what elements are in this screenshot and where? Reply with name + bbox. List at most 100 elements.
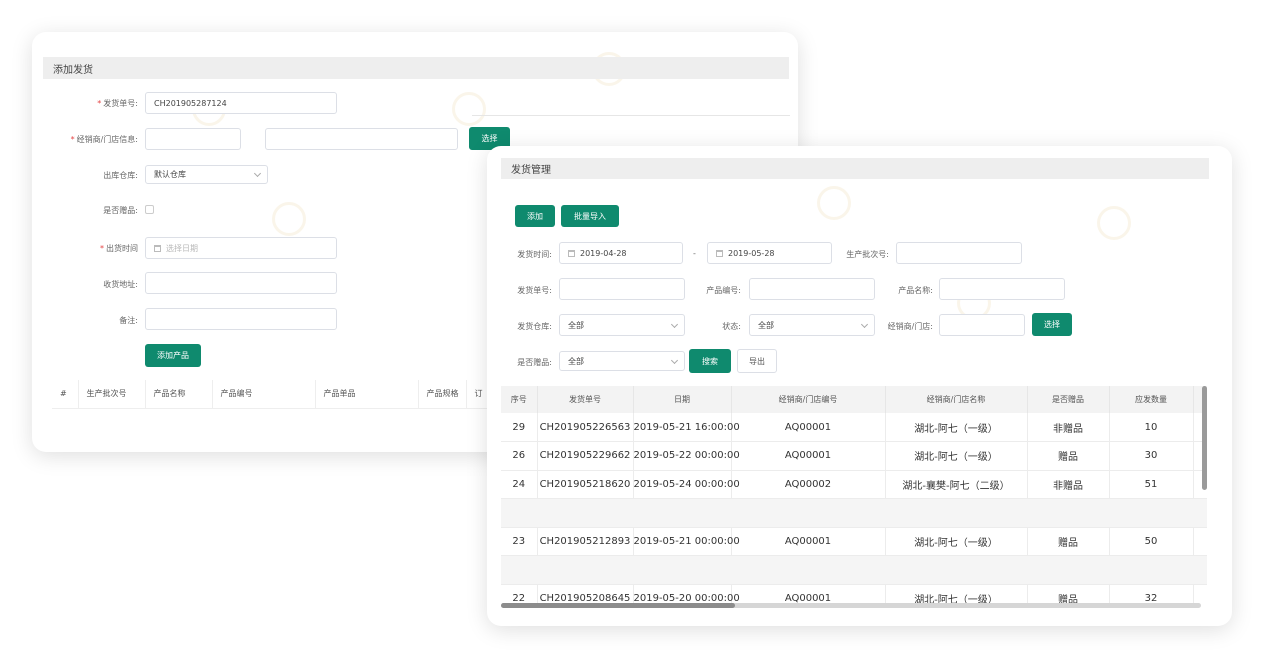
- cell-shipment: CH201905229662: [537, 441, 634, 471]
- column-header: 经销商/门店名称: [885, 386, 1028, 413]
- cell-qty: 30: [1109, 441, 1194, 471]
- chevron-down-icon: [670, 356, 679, 365]
- column-header: 产品编号: [212, 380, 316, 409]
- horizontal-scrollbar-thumb[interactable]: [501, 603, 735, 608]
- vertical-scrollbar-thumb[interactable]: [1202, 386, 1207, 490]
- cell-qty: 50: [1109, 527, 1194, 556]
- address-input[interactable]: [145, 272, 337, 294]
- ship-time-datepicker[interactable]: 选择日期: [145, 237, 337, 259]
- cell-shipment: CH201905218620: [537, 470, 634, 499]
- cell-no: 26: [501, 441, 538, 471]
- watermark-logo: [452, 92, 486, 126]
- cell-gift: 赠品: [1027, 527, 1110, 556]
- warehouse-select[interactable]: 默认仓库: [145, 165, 268, 184]
- scroll-gutter: [1193, 527, 1207, 556]
- column-header: 日期: [633, 386, 732, 413]
- cell-date: 2019-05-21 16:00:00: [633, 413, 740, 442]
- shipment-no-label: 发货单号:: [517, 286, 552, 295]
- cell-no: 29: [501, 413, 538, 442]
- remark-input[interactable]: [145, 308, 337, 330]
- cell-shipment: CH201905212893: [537, 527, 634, 556]
- warehouse-label: 发货仓库:: [517, 322, 552, 331]
- panel-title: 发货管理: [501, 158, 1209, 179]
- product-name-input[interactable]: [939, 278, 1065, 300]
- cell-dealer-name: 湖北-阿七（一级）: [885, 527, 1028, 556]
- shipment-no-input[interactable]: [559, 278, 685, 300]
- cell-gift: 赠品: [1027, 441, 1110, 471]
- cell-qty: 51: [1109, 470, 1194, 499]
- select-dealer-button[interactable]: 选择: [1032, 313, 1072, 336]
- batch-import-button[interactable]: 批量导入: [561, 205, 619, 227]
- calendar-icon: [568, 249, 575, 257]
- cell-date: 2019-05-21 00:00:00: [633, 527, 740, 556]
- cell-dealer-code: AQ00001: [731, 527, 886, 556]
- product-name-label: 产品名称:: [898, 286, 933, 295]
- date-to-input[interactable]: 2019-05-28: [707, 242, 832, 264]
- date-from-input[interactable]: 2019-04-28: [559, 242, 683, 264]
- status-select[interactable]: 全部: [749, 314, 875, 336]
- table-header-row: 序号 发货单号 日期 经销商/门店编号 经销商/门店名称 是否赠品 应发数量: [501, 386, 1207, 413]
- cell-gift: 非赠品: [1027, 470, 1110, 499]
- calendar-icon: [154, 244, 161, 252]
- cell-qty: 10: [1109, 413, 1194, 442]
- table-row[interactable]: 29 CH201905226563 2019-05-21 16:00:00 AQ…: [501, 413, 1207, 442]
- cell-dealer-code: AQ00001: [731, 413, 886, 442]
- warehouse-label: 出库仓库:: [103, 171, 138, 180]
- cell-dealer-code: AQ00002: [731, 470, 886, 499]
- cell-dealer-name: 湖北-阿七（一级）: [885, 441, 1028, 471]
- gift-select[interactable]: 全部: [559, 351, 685, 371]
- add-button[interactable]: 添加: [515, 205, 555, 227]
- chevron-down-icon: [253, 169, 262, 178]
- dealer-info-label: * 经销商/门店信息:: [70, 135, 138, 144]
- column-header: 序号: [501, 386, 538, 413]
- product-code-input[interactable]: [749, 278, 875, 300]
- column-header: 产品单品: [315, 380, 419, 409]
- shipment-no-input[interactable]: CH201905287124: [145, 92, 337, 114]
- dealer-code-input[interactable]: [145, 128, 241, 150]
- status-label: 状态:: [722, 322, 741, 331]
- cell-dealer-code: AQ00001: [731, 441, 886, 471]
- divider: [472, 115, 790, 116]
- column-header: 产品名称: [145, 380, 213, 409]
- watermark-logo: [817, 186, 851, 220]
- calendar-icon: [716, 249, 723, 257]
- add-product-button[interactable]: 添加产品: [145, 344, 201, 367]
- table-row[interactable]: 23 CH201905212893 2019-05-21 00:00:00 AQ…: [501, 527, 1207, 556]
- cell-no: 24: [501, 470, 538, 499]
- table-container: 序号 发货单号 日期 经销商/门店编号 经销商/门店名称 是否赠品 应发数量 2…: [501, 386, 1207, 608]
- table-row[interactable]: 26 CH201905229662 2019-05-22 00:00:00 AQ…: [501, 441, 1207, 471]
- cell-dealer-name: 湖北-襄樊-阿七（二级）: [885, 470, 1028, 499]
- shipment-table: 序号 发货单号 日期 经销商/门店编号 经销商/门店名称 是否赠品 应发数量 2…: [501, 386, 1207, 608]
- product-code-label: 产品编号:: [706, 286, 741, 295]
- is-gift-checkbox[interactable]: [145, 205, 154, 214]
- search-button[interactable]: 搜索: [689, 349, 731, 373]
- shipment-management-panel: 发货管理 添加 批量导入 发货时间: 2019-04-28 - 2019-05-…: [487, 146, 1232, 626]
- dealer-input[interactable]: [939, 314, 1025, 336]
- warehouse-select[interactable]: 全部: [559, 314, 685, 336]
- chevron-down-icon: [670, 320, 679, 329]
- dealer-name-input[interactable]: [265, 128, 458, 150]
- watermark-logo: [272, 202, 306, 236]
- ship-time-label: * 出货时间: [100, 244, 138, 253]
- panel-title: 添加发货: [43, 57, 789, 79]
- product-table: # 生产批次号 产品名称 产品编号 产品单品 产品规格 订: [52, 380, 497, 409]
- batch-no-input[interactable]: [896, 242, 1022, 264]
- dealer-label: 经销商/门店:: [887, 322, 933, 331]
- is-gift-label: 是否赠品:: [103, 206, 138, 215]
- batch-no-label: 生产批次号:: [846, 250, 889, 259]
- export-button[interactable]: 导出: [737, 349, 777, 373]
- column-header: #: [52, 380, 79, 409]
- table-row-spacer: [501, 555, 1207, 585]
- cell-gift: 非赠品: [1027, 413, 1110, 442]
- remark-label: 备注:: [119, 316, 138, 325]
- column-header: 产品规格: [418, 380, 467, 409]
- column-header: 应发数量: [1109, 386, 1194, 413]
- column-header: 发货单号: [537, 386, 634, 413]
- cell-shipment: CH201905226563: [537, 413, 634, 442]
- cell-date: 2019-05-24 00:00:00: [633, 470, 740, 499]
- column-header: 是否赠品: [1027, 386, 1110, 413]
- chevron-down-icon: [860, 320, 869, 329]
- address-label: 收货地址:: [103, 280, 138, 289]
- table-row[interactable]: 24 CH201905218620 2019-05-24 00:00:00 AQ…: [501, 470, 1207, 499]
- gift-label: 是否赠品:: [517, 358, 552, 367]
